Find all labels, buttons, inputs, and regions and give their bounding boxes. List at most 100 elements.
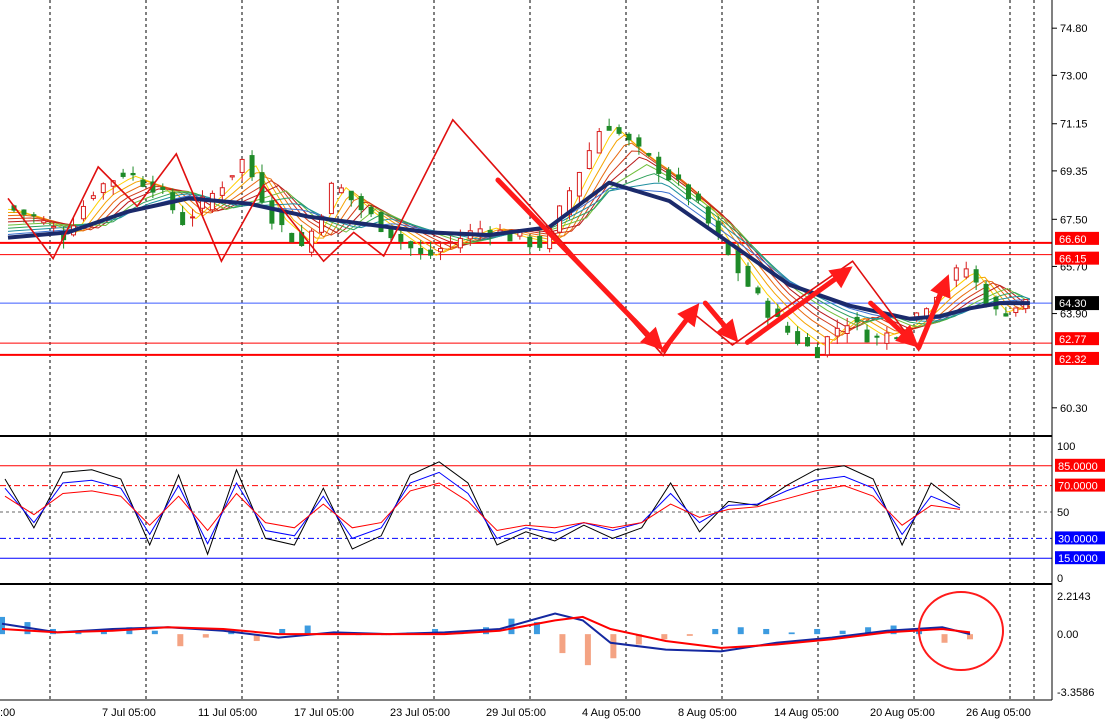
candle-body: [576, 171, 582, 197]
oscillator-histogram-bar: [839, 630, 846, 635]
candle-body: [864, 329, 870, 343]
candle-body: [130, 172, 136, 176]
candle-body: [676, 174, 682, 180]
candle-body: [80, 205, 86, 220]
candle-body: [527, 236, 533, 248]
candle-body: [378, 211, 384, 233]
price-tick-label: 63.90: [1060, 309, 1088, 321]
price-tick-label: 74.80: [1060, 23, 1088, 35]
level-badge-label: 62.77: [1059, 334, 1087, 346]
oscillator-histogram-bar: [661, 634, 668, 640]
candle-body: [1003, 313, 1009, 317]
candle-body: [418, 247, 424, 254]
candle-body: [735, 250, 741, 274]
oscillator-histogram-bar: [814, 628, 821, 635]
candle-body: [626, 133, 632, 141]
oscillator-histogram-bar: [737, 627, 744, 635]
candle-body: [834, 327, 840, 337]
candle-body: [90, 195, 96, 199]
oscillator-histogram-bar: [941, 634, 948, 643]
candle-body: [606, 125, 612, 131]
candle-body: [537, 235, 543, 248]
price-tick-label: 60.30: [1060, 403, 1088, 415]
candle-body: [289, 232, 295, 243]
candle-body: [398, 234, 404, 242]
oscillator-histogram-bar: [0, 616, 5, 635]
candle-body: [239, 158, 245, 173]
candle-body: [279, 210, 285, 226]
candle-body: [338, 187, 344, 194]
candle-body: [358, 196, 364, 211]
x-tick-label: 8 Aug 05:00: [678, 707, 737, 719]
oscillator-tick-label: -3.3586: [1057, 687, 1094, 699]
candle-body: [963, 268, 969, 278]
candle-body: [180, 212, 186, 226]
candle-body: [785, 325, 791, 333]
price-tick-label: 69.35: [1060, 166, 1088, 178]
x-tick-label: 7 Jul 05:00: [102, 707, 156, 719]
oscillator-histogram-bar: [304, 625, 311, 635]
level-badge-label: 66.60: [1059, 234, 1087, 246]
candle-body: [646, 153, 652, 156]
candle-body: [745, 265, 751, 287]
candle-body: [249, 155, 255, 178]
x-axis-labels: :00 7 Jul 05:00 11 Jul 05:00 17 Jul 05:00 23…: [0, 707, 1031, 719]
trading-chart[interactable]: 74.8073.0071.1569.3567.5065.7063.9060.30…: [0, 0, 1105, 720]
oscillator-histogram-bar: [967, 634, 973, 640]
candle-body: [814, 347, 820, 359]
price-tick-label: 67.50: [1060, 214, 1088, 226]
candle-body: [41, 220, 47, 224]
oscillator-histogram-bar: [202, 634, 209, 638]
candle-body: [438, 248, 444, 253]
level-badge-label: 66.15: [1059, 254, 1087, 266]
candle-body: [844, 325, 850, 334]
candle-body: [874, 335, 880, 338]
candle-body: [328, 182, 334, 215]
candle-body: [457, 237, 463, 249]
candle-body: [666, 169, 672, 181]
candle-body: [408, 241, 414, 249]
candle-body: [705, 206, 711, 224]
price-tick-label: 73.00: [1060, 70, 1088, 82]
candle-body: [695, 193, 701, 201]
x-tick-label: 26 Aug 05:00: [966, 707, 1031, 719]
stochastic-tick-label: 100: [1057, 441, 1075, 453]
candle-body: [219, 187, 225, 196]
candle-body: [51, 225, 57, 229]
candle-body: [953, 267, 959, 281]
x-tick-label: 20 Aug 05:00: [870, 707, 935, 719]
candle-body: [854, 316, 860, 323]
x-tick-label: 4 Aug 05:00: [582, 707, 641, 719]
candle-body: [21, 209, 27, 215]
candle-body: [596, 131, 602, 154]
candle-body: [824, 336, 830, 356]
candle-body: [428, 249, 434, 256]
oscillator-histogram-bar: [763, 628, 770, 635]
x-tick-label: 23 Jul 05:00: [390, 707, 450, 719]
x-tick-label: :00: [0, 707, 15, 719]
price-tick-label: 71.15: [1060, 119, 1088, 131]
candle-body: [755, 287, 761, 294]
oscillator-histogram-bar: [559, 634, 566, 654]
candle-body: [140, 179, 146, 187]
candle-body: [765, 300, 771, 318]
current-price-label: 64.30: [1059, 298, 1087, 310]
oscillator-histogram-bar: [686, 634, 693, 636]
x-tick-label: 29 Jul 05:00: [486, 707, 546, 719]
oscillator-tick-label: 2.2143: [1057, 591, 1091, 603]
level-badge-label: 62.32: [1059, 354, 1087, 366]
stochastic-tick-label: 0: [1057, 573, 1063, 585]
candle-body: [1013, 307, 1019, 314]
candle-body: [120, 172, 126, 177]
x-tick-label: 17 Jul 05:00: [294, 707, 354, 719]
stochastic-level-label: 85.0000: [1058, 461, 1098, 473]
candle-body: [348, 190, 354, 201]
candle-body: [973, 269, 979, 283]
candle-body: [31, 214, 37, 217]
candle-body: [368, 206, 374, 215]
candle-body: [983, 283, 989, 307]
candle-body: [100, 183, 106, 194]
oscillator-histogram-bar: [712, 628, 719, 635]
candle-body: [447, 241, 453, 244]
oscillator-histogram-bar: [151, 630, 158, 635]
